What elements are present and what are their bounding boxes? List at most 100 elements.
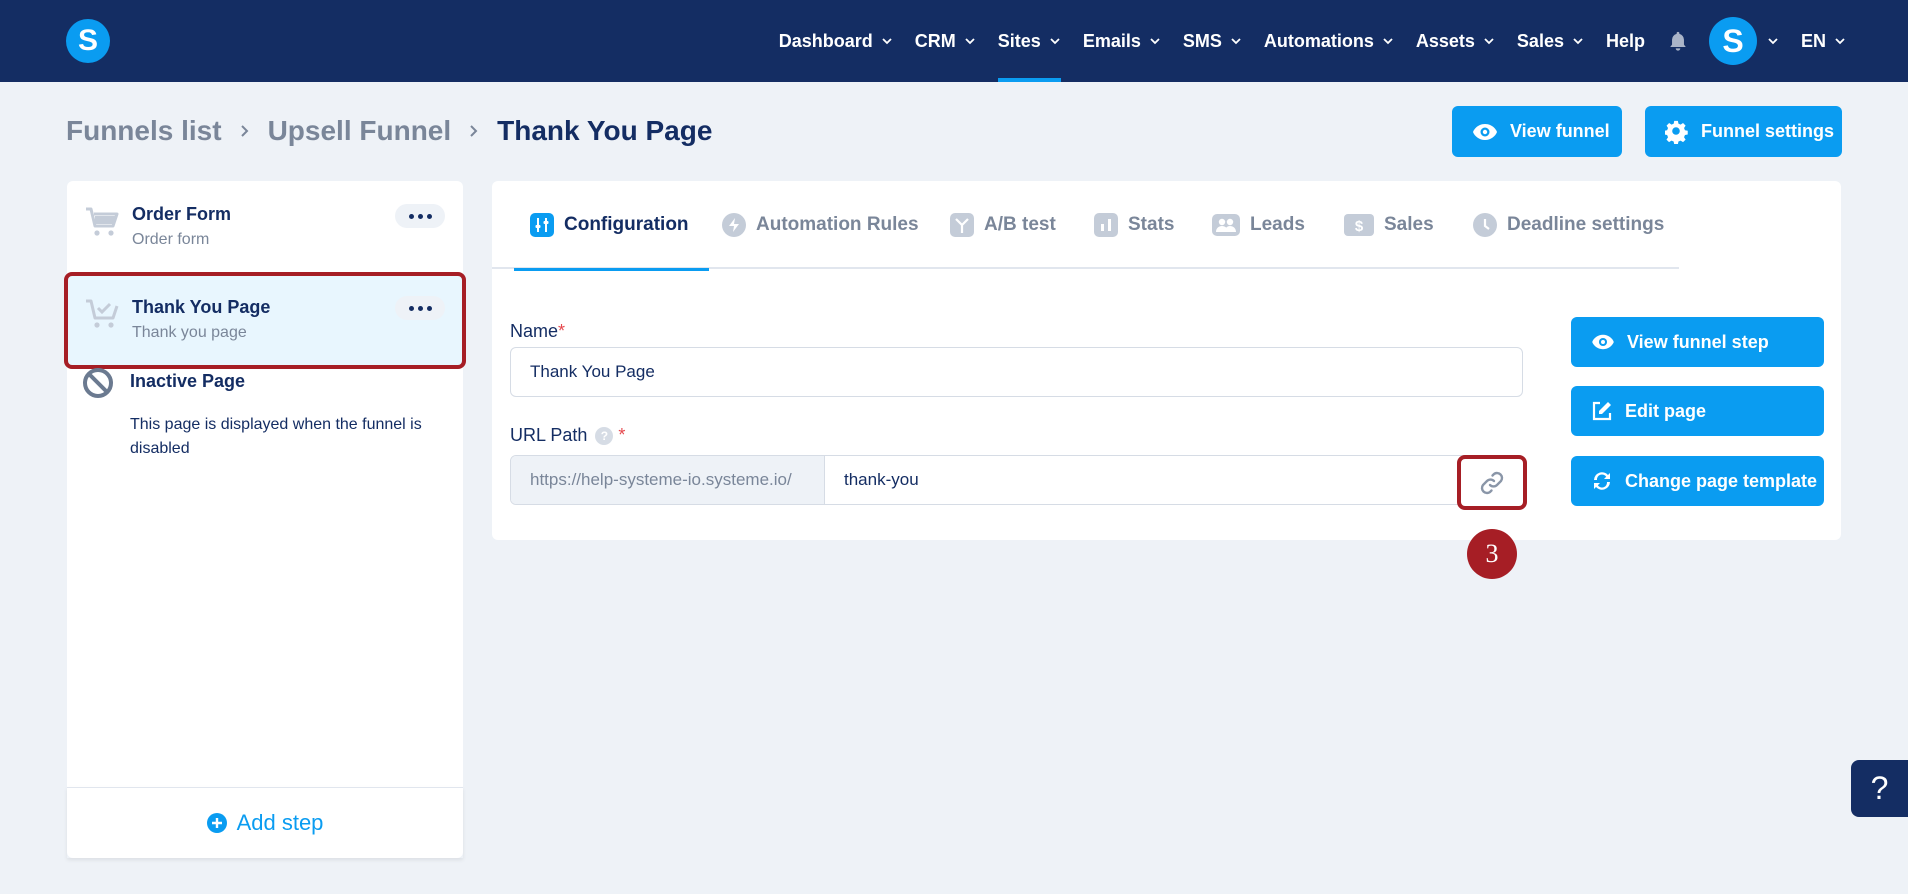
tab-label: Leads [1250,214,1305,235]
avatar-letter: S [1722,22,1744,59]
step-menu-button[interactable] [395,204,445,228]
cart-icon [86,207,119,236]
tab-label: Deadline settings [1507,214,1665,235]
help-button[interactable]: ? [1851,760,1908,817]
copy-link-button[interactable] [1457,455,1527,510]
chevron-down-icon [1231,38,1241,45]
user-avatar[interactable]: S [1708,17,1757,65]
nav-automations[interactable]: Automations [1264,0,1394,82]
breadcrumb: Funnels list Upsell Funnel Thank You Pag… [66,115,712,147]
tab-label: Stats [1128,214,1175,235]
tab-configuration[interactable]: Configuration [514,181,709,271]
step-title: Order Form [132,204,232,224]
view-funnel-button[interactable]: View funnel [1452,106,1622,157]
nav-help-label: Help [1605,30,1645,51]
nav-emails[interactable]: Emails [1083,0,1161,82]
svg-text:$: $ [1355,218,1364,235]
chevron-down-icon[interactable] [1767,35,1779,47]
nav-dashboard[interactable]: Dashboard [779,0,893,82]
tab-leads[interactable]: Leads [1212,181,1305,269]
app-logo[interactable]: S [66,19,110,63]
funnel-steps-panel: Order Form Order form Thank You Page Tha… [64,181,466,858]
url-path-label-text: URL Path [510,425,588,445]
tab-deadline-settings[interactable]: Deadline settings [1473,181,1664,269]
gear-icon [1665,120,1688,144]
link-icon [1480,471,1504,494]
chevron-down-icon [1050,38,1060,45]
language-label: EN [1800,30,1826,51]
edit-icon [1592,401,1612,421]
breadcrumb-funnels-list[interactable]: Funnels list [66,115,222,147]
clock-icon [1473,213,1497,237]
step-order-form[interactable]: Order Form Order form [67,181,463,272]
add-step-button[interactable]: Add step [67,787,463,858]
dollar-icon: $ [1344,214,1374,236]
nav-sales-label: Sales [1516,30,1564,51]
nav-help[interactable]: Help [1606,0,1645,82]
chevron-right-icon [470,125,478,137]
step-subtitle: Order form [132,231,210,248]
add-step-label: Add step [236,810,324,835]
tab-stats[interactable]: Stats [1094,181,1174,269]
url-path-input[interactable]: thank-you [825,456,1523,504]
nav-emails-label: Emails [1082,30,1141,51]
main-nav: Dashboard CRM Sites Emails SMS Automatio… [757,0,1846,82]
breadcrumb-upsell-funnel[interactable]: Upsell Funnel [268,115,452,147]
chevron-down-icon [1484,38,1494,45]
name-label: Name* [510,321,565,342]
tab-label: A/B test [984,214,1056,235]
url-path-field: https://help-systeme-io.systeme.io/ than… [510,455,1524,505]
change-page-template-button[interactable]: Change page template [1571,456,1824,506]
funnel-settings-button[interactable]: Funnel settings [1645,106,1842,157]
step-highlight-box [64,272,466,369]
view-funnel-step-button[interactable]: View funnel step [1571,317,1824,367]
chevron-down-icon [1835,38,1845,45]
nav-crm-label: CRM [914,30,956,51]
step-title: Inactive Page [130,371,246,391]
chevron-down-icon [1150,38,1160,45]
plus-circle-icon [206,813,227,833]
name-label-text: Name [510,321,559,341]
view-funnel-step-label: View funnel step [1627,331,1769,352]
change-page-template-label: Change page template [1625,470,1818,491]
help-icon[interactable]: ? [595,427,614,446]
funnel-settings-label: Funnel settings [1701,121,1835,141]
language-selector[interactable]: EN [1801,0,1846,82]
nav-crm[interactable]: CRM [915,0,976,82]
nav-automations-label: Automations [1263,30,1374,51]
ban-icon [83,368,113,398]
nav-sales[interactable]: Sales [1517,0,1584,82]
split-icon [950,213,974,237]
name-input[interactable]: Thank You Page [510,347,1523,397]
edit-page-button[interactable]: Edit page [1571,386,1824,436]
url-path-label: URL Path? * [510,425,625,446]
tab-label: Configuration [564,214,689,235]
url-prefix: https://help-systeme-io.systeme.io/ [511,456,825,504]
nav-assets-label: Assets [1415,30,1475,51]
nav-sites-label: Sites [997,30,1041,51]
nav-sms-label: SMS [1182,30,1222,51]
tab-automation-rules[interactable]: Automation Rules [722,181,919,269]
tab-label: Automation Rules [756,214,919,235]
users-icon [1212,214,1240,236]
edit-page-label: Edit page [1625,400,1707,421]
chevron-right-icon [240,125,248,137]
sliders-icon [530,213,554,237]
bar-chart-icon [1094,213,1118,237]
url-path-value: thank-you [844,470,919,489]
top-navbar: S Dashboard CRM Sites Emails SMS Automat… [0,0,1908,82]
bell-icon[interactable] [1667,30,1689,52]
tab-label: Sales [1384,214,1434,235]
tab-sales[interactable]: $ Sales [1344,181,1434,269]
refresh-icon [1594,472,1610,490]
nav-sites[interactable]: Sites [997,0,1061,82]
tab-ab-test[interactable]: A/B test [950,181,1056,269]
required-mark: * [618,425,626,445]
chevron-down-icon [965,38,975,45]
required-mark: * [558,321,566,341]
chevron-down-icon [1383,38,1393,45]
eye-icon [1473,123,1497,140]
nav-assets[interactable]: Assets [1416,0,1495,82]
nav-sms[interactable]: SMS [1183,0,1242,82]
name-input-value: Thank You Page [530,362,655,381]
